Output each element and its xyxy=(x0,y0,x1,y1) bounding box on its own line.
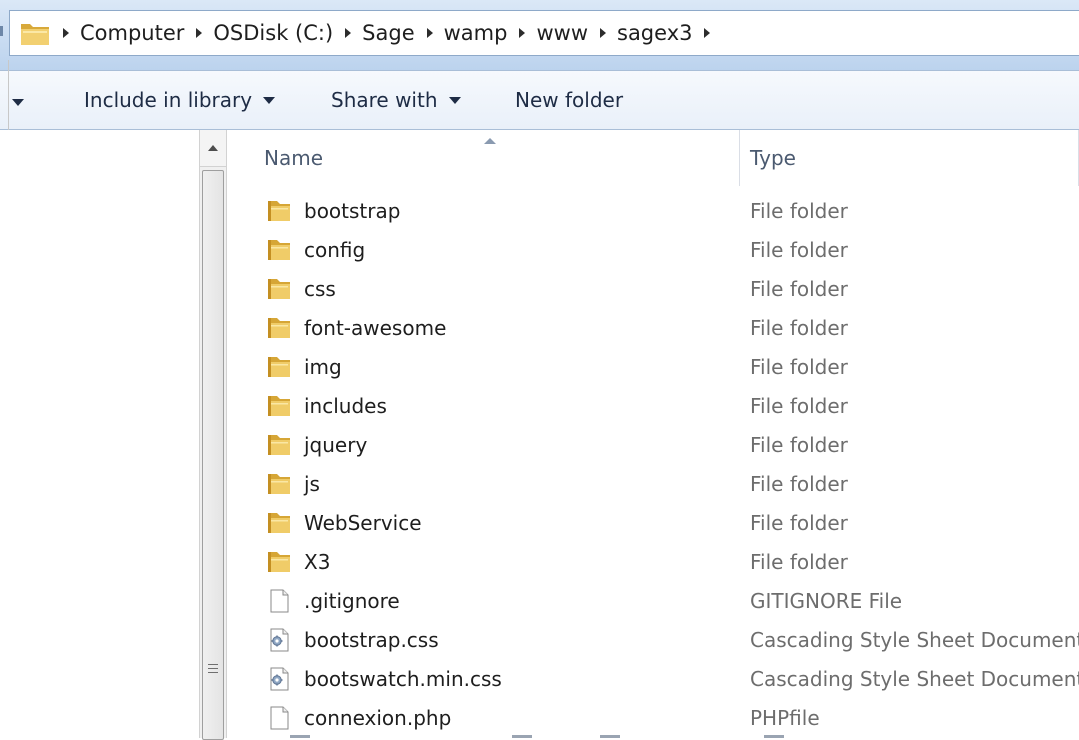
file-type: File folder xyxy=(750,277,848,301)
file-name: bootstrap.css xyxy=(304,628,439,652)
breadcrumb-item[interactable]: wamp xyxy=(444,21,508,45)
column-divider[interactable] xyxy=(739,130,740,186)
file-name: includes xyxy=(304,394,387,418)
file-name: font-awesome xyxy=(304,316,447,340)
file-name: connexion.php xyxy=(304,706,452,730)
folder-icon xyxy=(268,552,290,572)
file-row[interactable]: font-awesome File folder xyxy=(262,309,1079,348)
breadcrumb-item[interactable]: OSDisk (C:) xyxy=(213,21,333,45)
file-row[interactable]: WebService File folder xyxy=(262,504,1079,543)
scroll-up-button[interactable] xyxy=(200,130,226,167)
organize-dropdown-icon[interactable] xyxy=(12,99,24,106)
folder-icon xyxy=(268,279,290,299)
file-type: File folder xyxy=(750,433,848,457)
blank-file-icon xyxy=(270,589,289,613)
file-type: PHPfile xyxy=(750,706,820,730)
new-folder-label: New folder xyxy=(515,88,624,112)
file-type: File folder xyxy=(750,394,848,418)
new-folder-button[interactable]: New folder xyxy=(515,71,623,129)
folder-icon xyxy=(268,318,290,338)
file-type: GITIGNORE File xyxy=(750,589,903,613)
file-row[interactable]: bootstrap.css Cascading Style Sheet Docum… xyxy=(262,621,1079,660)
file-row[interactable]: bootstrap File folder xyxy=(262,192,1079,231)
file-type: File folder xyxy=(750,472,848,496)
file-row[interactable]: connexion.php PHPfile xyxy=(262,699,1079,738)
file-type: Cascading Style Sheet Document xyxy=(750,628,1079,652)
folder-icon xyxy=(268,474,290,494)
file-name: config xyxy=(304,238,366,262)
arrow-up-icon xyxy=(208,145,218,151)
breadcrumb-chevron-icon[interactable] xyxy=(704,28,711,38)
breadcrumb-item[interactable]: www xyxy=(536,21,588,45)
breadcrumb-item[interactable]: sagex3 xyxy=(617,21,692,45)
chevron-down-icon xyxy=(263,96,276,104)
file-name: .gitignore xyxy=(304,589,400,613)
file-list: bootstrap File folder config File folder css… xyxy=(262,192,1079,738)
file-type: File folder xyxy=(750,199,848,223)
file-type: File folder xyxy=(750,511,848,535)
scroll-thumb[interactable] xyxy=(202,170,224,740)
include-in-library-label: Include in library xyxy=(84,88,253,112)
file-name: X3 xyxy=(304,550,331,574)
address-bar[interactable]: Computer OSDisk (C:) Sage wamp www sagex3 xyxy=(9,10,1079,56)
file-type: Cascading Style Sheet Document xyxy=(750,667,1079,691)
file-row[interactable]: X3 File folder xyxy=(262,543,1079,582)
breadcrumb-item[interactable]: Computer xyxy=(80,21,184,45)
sort-ascending-icon xyxy=(484,138,496,144)
blank-file-icon xyxy=(270,706,289,730)
file-name: WebService xyxy=(304,511,422,535)
folder-icon xyxy=(268,396,290,416)
file-name: js xyxy=(304,472,320,496)
folder-icon xyxy=(268,201,290,221)
breadcrumb-chevron-icon[interactable] xyxy=(519,28,526,38)
css-file-icon xyxy=(270,628,289,652)
file-row[interactable]: img File folder xyxy=(262,348,1079,387)
file-row[interactable]: includes File folder xyxy=(262,387,1079,426)
file-name: img xyxy=(304,355,342,379)
folder-icon xyxy=(21,24,49,45)
title-bar: Computer OSDisk (C:) Sage wamp www sagex3 xyxy=(0,0,1079,70)
file-name: jquery xyxy=(304,433,368,457)
file-row[interactable]: bootswatch.min.css Cascading Style Sheet … xyxy=(262,660,1079,699)
folder-icon xyxy=(268,513,290,533)
folder-icon xyxy=(268,240,290,260)
share-with-button[interactable]: Share with xyxy=(331,71,461,129)
command-bar: Include in library Share with New folder xyxy=(0,70,1079,130)
breadcrumb-chevron-icon[interactable] xyxy=(426,28,433,38)
folder-icon xyxy=(268,357,290,377)
share-with-label: Share with xyxy=(331,88,438,112)
file-type: File folder xyxy=(750,355,848,379)
file-row[interactable]: js File folder xyxy=(262,465,1079,504)
column-header-type-label: Type xyxy=(750,146,796,170)
include-in-library-button[interactable]: Include in library xyxy=(84,71,276,129)
vertical-scrollbar[interactable] xyxy=(199,130,227,740)
grip-icon xyxy=(208,664,218,673)
file-row[interactable]: .gitignore GITIGNORE File xyxy=(262,582,1079,621)
breadcrumb-item[interactable]: Sage xyxy=(362,21,414,45)
file-name: bootswatch.min.css xyxy=(304,667,502,691)
file-name: bootstrap xyxy=(304,199,401,223)
column-header-name-label: Name xyxy=(264,146,324,170)
breadcrumb-chevron-icon[interactable] xyxy=(345,28,352,38)
column-header-type[interactable]: Type xyxy=(750,130,796,186)
file-type: File folder xyxy=(750,316,848,340)
file-row[interactable]: css File folder xyxy=(262,270,1079,309)
column-header-name[interactable]: Name xyxy=(264,130,323,186)
chevron-down-icon xyxy=(448,96,461,104)
address-bar-edge xyxy=(0,26,3,36)
breadcrumb-chevron-icon[interactable] xyxy=(600,28,606,38)
breadcrumb-chevron-icon[interactable] xyxy=(63,28,69,38)
css-file-icon xyxy=(270,667,289,691)
file-name: css xyxy=(304,277,336,301)
breadcrumb-chevron-icon[interactable] xyxy=(196,28,203,38)
folder-icon xyxy=(268,435,290,455)
file-type: File folder xyxy=(750,238,848,262)
file-row[interactable]: jquery File folder xyxy=(262,426,1079,465)
navigation-pane-divider xyxy=(8,60,9,130)
file-row[interactable]: config File folder xyxy=(262,231,1079,270)
file-type: File folder xyxy=(750,550,848,574)
